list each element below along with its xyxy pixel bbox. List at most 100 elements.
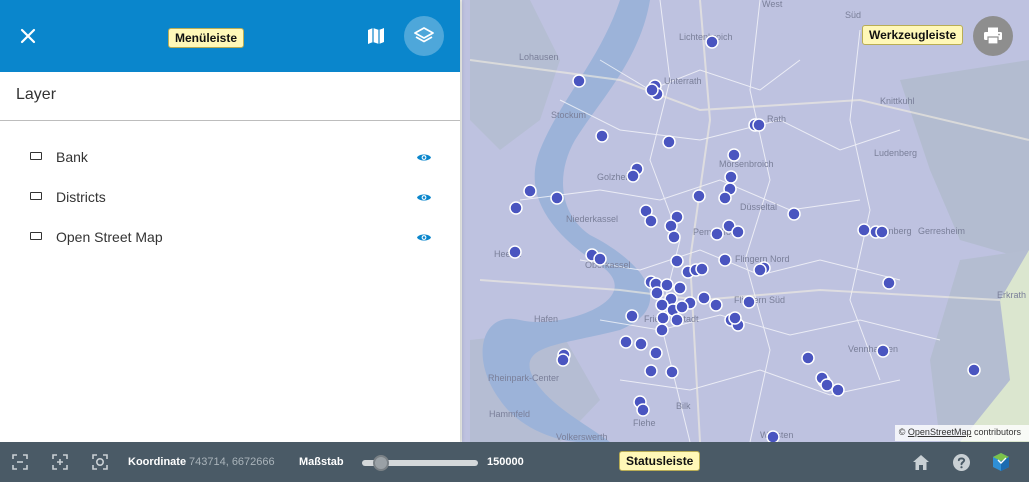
layer-item-districts[interactable]: Districts [0, 177, 460, 217]
bank-marker[interactable] [656, 311, 670, 325]
coordinate-value: 743714, 6672666 [189, 456, 275, 468]
layer-label: Open Street Map [56, 229, 163, 245]
layers-button[interactable] [404, 16, 444, 56]
map-button[interactable] [360, 20, 392, 52]
layer-item-bank[interactable]: Bank [0, 137, 460, 177]
map-label: Bilk [676, 401, 691, 411]
bank-marker[interactable] [766, 430, 780, 442]
bank-marker[interactable] [692, 189, 706, 203]
bank-marker[interactable] [655, 323, 669, 337]
bank-marker[interactable] [731, 225, 745, 239]
bank-marker[interactable] [675, 300, 689, 314]
layers-icon [414, 27, 434, 43]
bank-marker[interactable] [644, 214, 658, 228]
bank-marker[interactable] [644, 364, 658, 378]
app-logo-button[interactable] [991, 452, 1011, 472]
zoom-to-extent-icon [12, 454, 28, 470]
bank-marker[interactable] [724, 170, 738, 184]
bank-marker[interactable] [967, 363, 981, 377]
layer-item-open-street-map[interactable]: Open Street Map [0, 217, 460, 257]
home-icon [913, 454, 929, 470]
bank-marker[interactable] [649, 346, 663, 360]
bank-marker[interactable] [550, 191, 564, 205]
bank-marker[interactable] [636, 403, 650, 417]
map-label: Erkrath [997, 290, 1026, 300]
map-label: Mörsenbroich [719, 159, 774, 169]
bank-marker[interactable] [664, 219, 678, 233]
bank-marker[interactable] [670, 313, 684, 327]
bank-marker[interactable] [801, 351, 815, 365]
home-button[interactable] [911, 452, 931, 472]
bank-marker[interactable] [625, 309, 639, 323]
bank-marker[interactable] [882, 276, 896, 290]
bank-marker[interactable] [875, 225, 889, 239]
bank-marker[interactable] [645, 83, 659, 97]
bank-marker[interactable] [667, 230, 681, 244]
bank-marker[interactable] [556, 353, 570, 367]
zoom-recenter-icon [92, 454, 108, 470]
scale-label: Maßstab [299, 456, 344, 468]
map-label: Volkerswerth [556, 432, 608, 442]
layer-label: Bank [56, 149, 88, 165]
zoom-to-extent-button[interactable] [10, 452, 30, 472]
map-attribution: © OpenStreetMap contributors [894, 425, 1029, 441]
eye-icon[interactable] [415, 189, 433, 205]
eye-icon[interactable] [415, 149, 433, 165]
map-label: Rheinpark-Center [488, 373, 559, 383]
bank-marker[interactable] [831, 383, 845, 397]
eye-icon[interactable] [415, 229, 433, 245]
menu-bar: Menüleiste [0, 0, 460, 72]
bank-marker[interactable] [634, 337, 648, 351]
zoom-in-box-button[interactable] [50, 452, 70, 472]
print-button[interactable] [973, 16, 1013, 56]
bank-marker[interactable] [820, 378, 834, 392]
bank-marker[interactable] [619, 335, 633, 349]
bank-marker[interactable] [697, 291, 711, 305]
bank-marker[interactable] [718, 253, 732, 267]
bank-marker[interactable] [728, 311, 742, 325]
map-label: West [762, 0, 783, 9]
map-label: Hammfeld [489, 409, 530, 419]
help-button[interactable] [951, 452, 971, 472]
bank-marker[interactable] [670, 254, 684, 268]
map-label: Knittkuhl [880, 96, 915, 106]
attribution-link[interactable]: OpenStreetMap [908, 427, 972, 437]
bank-marker[interactable] [662, 135, 676, 149]
bank-marker[interactable] [665, 365, 679, 379]
bank-marker[interactable] [523, 184, 537, 198]
bank-marker[interactable] [655, 298, 669, 312]
bank-marker[interactable] [673, 281, 687, 295]
bank-marker[interactable] [593, 252, 607, 266]
bank-marker[interactable] [718, 191, 732, 205]
map-label: Stockum [551, 110, 586, 120]
bank-marker[interactable] [572, 74, 586, 88]
map-label: Flingern Süd [734, 295, 785, 305]
bank-marker[interactable] [752, 118, 766, 132]
bank-marker[interactable] [787, 207, 801, 221]
bank-marker[interactable] [876, 344, 890, 358]
close-button[interactable] [12, 20, 44, 52]
bank-marker[interactable] [509, 201, 523, 215]
map-label: Süd [845, 10, 861, 20]
bank-marker[interactable] [709, 298, 723, 312]
bank-marker[interactable] [710, 227, 724, 241]
bank-marker[interactable] [595, 129, 609, 143]
layer-panel: Menüleiste Layer Bank Districts Open Str… [0, 0, 460, 442]
scale-slider-thumb[interactable] [373, 455, 389, 471]
bank-marker[interactable] [727, 148, 741, 162]
map-label: Gerresheim [918, 226, 965, 236]
bank-marker[interactable] [660, 278, 674, 292]
map-label: Rath [767, 114, 786, 124]
zoom-recenter-button[interactable] [90, 452, 110, 472]
bank-marker[interactable] [695, 262, 709, 276]
bank-marker[interactable] [508, 245, 522, 259]
bank-marker[interactable] [742, 295, 756, 309]
bank-marker[interactable] [650, 286, 664, 300]
bank-marker[interactable] [705, 35, 719, 49]
close-icon [20, 28, 36, 44]
bank-marker[interactable] [626, 169, 640, 183]
map-label: Flehe [633, 418, 656, 428]
zoom-in-box-icon [52, 454, 68, 470]
bank-marker[interactable] [857, 223, 871, 237]
bank-marker[interactable] [753, 263, 767, 277]
